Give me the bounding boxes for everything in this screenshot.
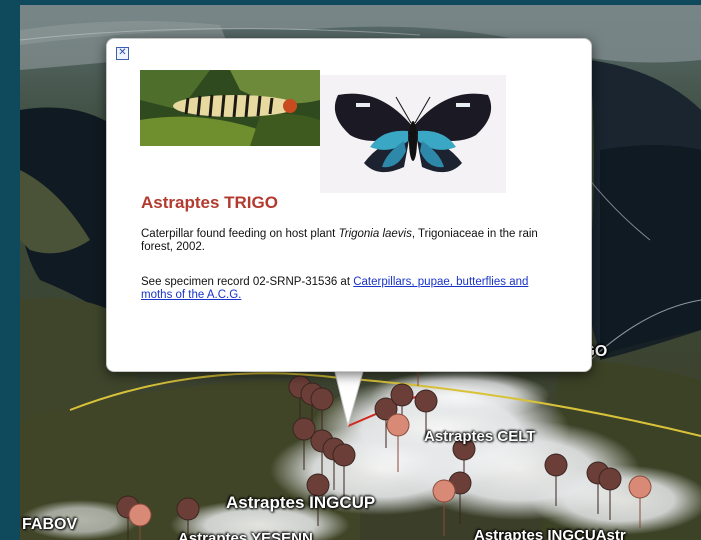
- host-plant-name: Trigonia laevis: [338, 228, 412, 240]
- species-title: Astraptes TRIGO: [141, 193, 278, 212]
- butterfly-photo: [320, 75, 506, 193]
- specimen-record: See specimen record 02-SRNP-31536 at Cat…: [141, 276, 541, 302]
- specimen-description: Caterpillar found feeding on host plant …: [141, 228, 541, 254]
- record-prefix: See specimen record 02-SRNP-31536 at: [141, 276, 354, 288]
- caterpillar-photo: [140, 70, 320, 146]
- close-icon[interactable]: ✕: [116, 47, 129, 60]
- description-prefix: Caterpillar found feeding on host plant: [141, 228, 339, 240]
- map-view[interactable]: IGO Astraptes CELT Astraptes INGCUP FABO…: [0, 0, 701, 540]
- info-balloon: ✕ Astraptes TRIGO Caterpillar found feed…: [106, 38, 592, 372]
